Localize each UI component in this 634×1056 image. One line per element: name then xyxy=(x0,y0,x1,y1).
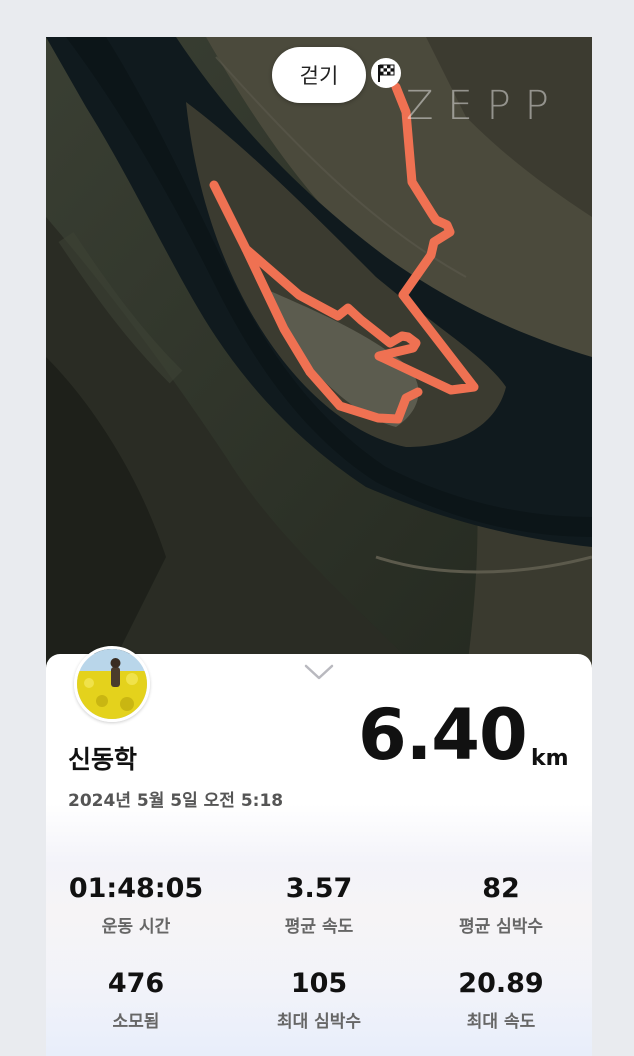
zepp-watermark: ZEPP xyxy=(406,83,563,129)
workout-summary-panel: 신동학 2024년 5월 5일 오전 5:18 6.40 km 01:48:05… xyxy=(46,646,592,1056)
chevron-down-icon[interactable] xyxy=(303,662,335,682)
stat-calories: 476 소모됨 xyxy=(46,967,226,1033)
distance-unit: km xyxy=(531,746,569,771)
stat-value: 476 xyxy=(107,968,165,999)
avatar[interactable] xyxy=(74,646,150,722)
user-name: 신동학 xyxy=(68,745,138,774)
stat-avg-speed: 3.57 평균 속도 xyxy=(229,872,409,938)
activity-type-badge[interactable]: 걷기 xyxy=(272,47,366,103)
stat-value: 82 xyxy=(482,873,520,904)
stat-value: 01:48:05 xyxy=(68,873,204,904)
stat-label: 소모됨 xyxy=(112,1012,160,1032)
satellite-map-image xyxy=(46,37,592,677)
stat-duration: 01:48:05 운동 시간 xyxy=(46,872,226,938)
checkered-flag-icon xyxy=(371,58,401,88)
workout-date: 2024년 5월 5일 오전 5:18 xyxy=(68,791,284,811)
stat-label: 평균 심박수 xyxy=(458,917,544,937)
stat-avg-heart-rate: 82 평균 심박수 xyxy=(411,872,591,938)
stat-value: 20.89 xyxy=(458,968,544,999)
workout-card: 걷기 ZEPP 신동학 2024년 5월 5일 오전 5:18 6.40 km … xyxy=(46,37,592,1056)
stat-max-heart-rate: 105 최대 심박수 xyxy=(229,967,409,1033)
stat-value: 3.57 xyxy=(285,873,353,904)
stat-max-speed: 20.89 최대 속도 xyxy=(411,967,591,1033)
distance-value: 6.40 xyxy=(358,694,528,776)
stat-value: 105 xyxy=(290,968,348,999)
stat-label: 운동 시간 xyxy=(101,917,171,937)
stat-label: 평균 속도 xyxy=(284,917,354,937)
stat-label: 최대 속도 xyxy=(466,1012,536,1032)
route-map[interactable]: 걷기 ZEPP xyxy=(46,37,592,677)
stat-label: 최대 심박수 xyxy=(276,1012,362,1032)
